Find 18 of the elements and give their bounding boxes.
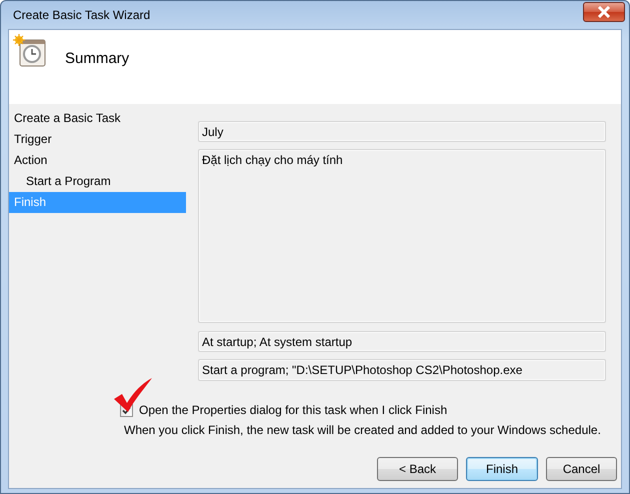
- name-field: July: [198, 121, 606, 142]
- description-field: Đặt lịch chạy cho máy tính: [198, 149, 606, 323]
- page-title: Summary: [65, 50, 130, 67]
- action-field: Start a program; "D:\SETUP\Photoshop CS2\Photoshop.exe: [198, 359, 606, 381]
- back-button[interactable]: < Back: [377, 457, 458, 481]
- checkbox-label: Open the Properties dialog for this task when I click Finish: [139, 403, 448, 417]
- wizard-step[interactable]: Action: [9, 150, 186, 171]
- window-title: Create Basic Task Wizard: [13, 8, 150, 22]
- close-button[interactable]: [583, 2, 625, 22]
- close-icon: [597, 6, 611, 18]
- cancel-button[interactable]: Cancel: [546, 457, 617, 481]
- clock-icon: [13, 34, 47, 68]
- wizard-step[interactable]: Create a Basic Task: [9, 108, 186, 129]
- wizard-step[interactable]: Start a Program: [9, 171, 186, 192]
- info-text: When you click Finish, the new task will be created and added to your Windows schedule.: [124, 423, 602, 437]
- finish-button[interactable]: Finish: [466, 457, 538, 481]
- wizard-step[interactable]: Trigger: [9, 129, 186, 150]
- trigger-field: At startup; At system startup: [198, 331, 606, 352]
